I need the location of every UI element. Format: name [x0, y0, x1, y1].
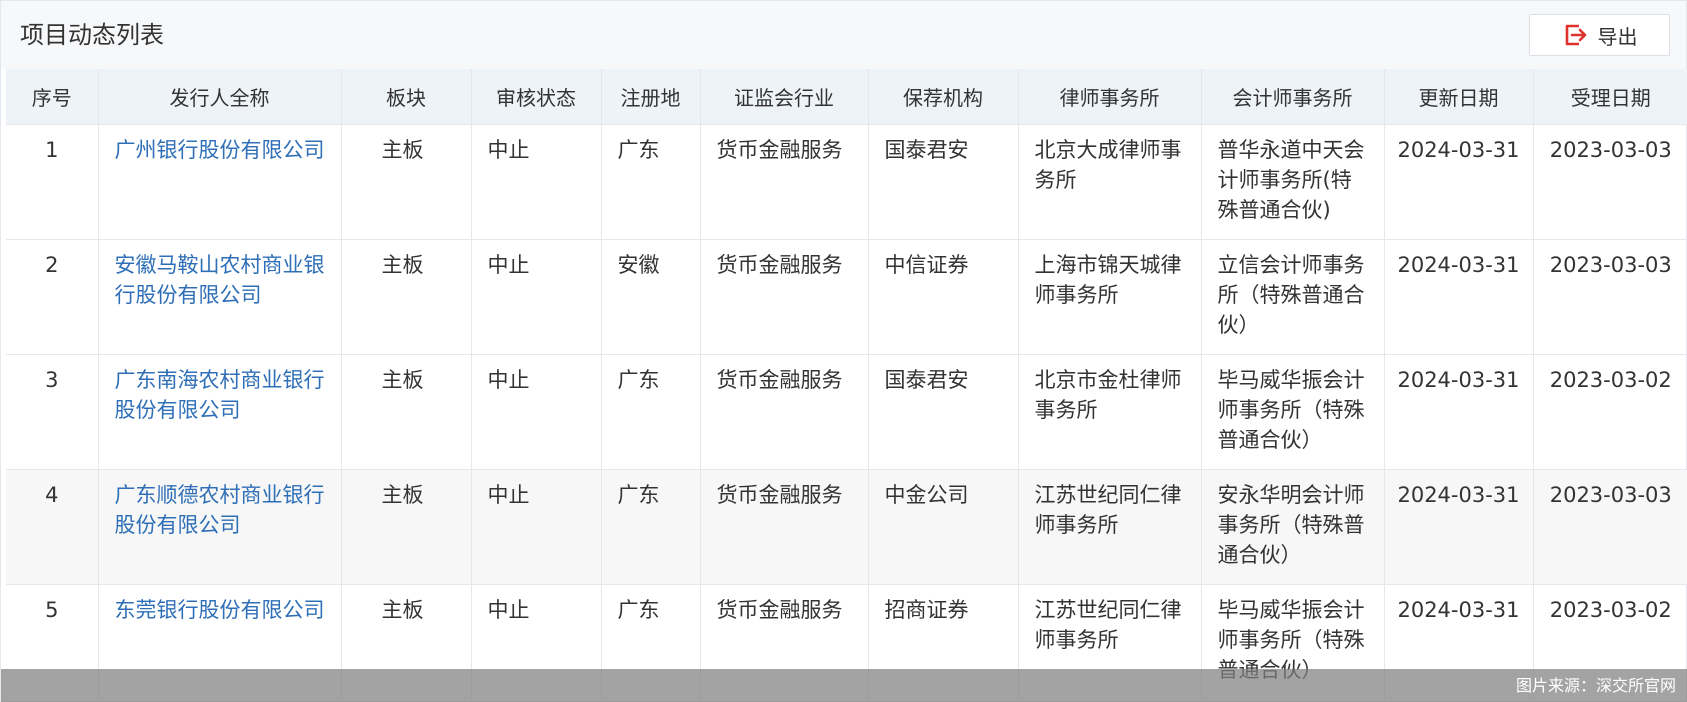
cell-accounting-firm: 普华永道中天会计师事务所(特殊普通合伙): [1201, 123, 1385, 239]
cell-industry: 货币金融服务: [700, 238, 869, 354]
table-row: 4 广东顺德农村商业银行股份有限公司 主板 中止 广东 货币金融服务 中金公司 …: [6, 468, 1687, 584]
cell-sponsor: 国泰君安: [868, 123, 1019, 239]
cell-law-firm: 北京大成律师事务所: [1018, 123, 1202, 239]
cell-region: 广东: [601, 123, 701, 239]
image-source-caption-bar: 图片来源：深交所官网: [1, 669, 1687, 702]
cell-accounting-firm: 立信会计师事务所（特殊普通合伙）: [1201, 238, 1385, 354]
header-law-firm: 律师事务所: [1018, 69, 1202, 124]
project-dynamics-panel: 项目动态列表 导出 序号 发行人全称 板块 审核状态 注册地 证监会行业 保荐机…: [0, 0, 1687, 702]
export-icon: [1562, 22, 1588, 48]
cell-sponsor: 国泰君安: [868, 353, 1019, 469]
cell-index: 1: [6, 123, 99, 239]
cell-law-firm: 江苏世纪同仁律师事务所: [1018, 468, 1202, 584]
cell-update-date: 2024-03-31: [1384, 468, 1534, 584]
cell-board: 主板: [341, 468, 472, 584]
cell-industry: 货币金融服务: [700, 123, 869, 239]
cell-accounting-firm: 毕马威华振会计师事务所（特殊普通合伙）: [1201, 353, 1385, 469]
header-issuer-name: 发行人全称: [98, 69, 342, 124]
cell-industry: 货币金融服务: [700, 353, 869, 469]
cell-index: 4: [6, 468, 99, 584]
cell-industry: 货币金融服务: [700, 468, 869, 584]
header-accounting-firm: 会计师事务所: [1201, 69, 1385, 124]
header-review-status: 审核状态: [471, 69, 602, 124]
cell-status: 中止: [471, 468, 602, 584]
image-source-caption: 图片来源：深交所官网: [1515, 676, 1676, 695]
cell-board: 主板: [341, 238, 472, 354]
cell-board: 主板: [341, 123, 472, 239]
cell-sponsor: 中信证券: [868, 238, 1019, 354]
cell-status: 中止: [471, 238, 602, 354]
header-index: 序号: [6, 69, 99, 124]
header-sponsor: 保荐机构: [868, 69, 1019, 124]
issuer-link[interactable]: 广东南海农村商业银行股份有限公司: [98, 353, 342, 469]
cell-sponsor: 中金公司: [868, 468, 1019, 584]
panel-title: 项目动态列表: [20, 21, 164, 49]
header-board: 板块: [341, 69, 472, 124]
table-row: 2 安徽马鞍山农村商业银行股份有限公司 主板 中止 安徽 货币金融服务 中信证券…: [6, 238, 1687, 354]
cell-board: 主板: [341, 353, 472, 469]
cell-accept-date: 2023-03-03: [1533, 468, 1687, 584]
project-table: 序号 发行人全称 板块 审核状态 注册地 证监会行业 保荐机构 律师事务所 会计…: [6, 69, 1687, 699]
cell-region: 安徽: [601, 238, 701, 354]
cell-region: 广东: [601, 353, 701, 469]
cell-update-date: 2024-03-31: [1384, 123, 1534, 239]
header-accept-date: 受理日期: [1570, 85, 1651, 110]
issuer-link[interactable]: 广东顺德农村商业银行股份有限公司: [98, 468, 342, 584]
cell-accept-date: 2023-03-03: [1533, 238, 1687, 354]
cell-law-firm: 北京市金杜律师事务所: [1018, 353, 1202, 469]
cell-accept-date: 2023-03-02: [1533, 353, 1687, 469]
cell-accounting-firm: 安永华明会计师事务所（特殊普通合伙）: [1201, 468, 1385, 584]
cell-region: 广东: [601, 468, 701, 584]
table-row: 3 广东南海农村商业银行股份有限公司 主板 中止 广东 货币金融服务 国泰君安 …: [6, 353, 1687, 469]
header-registered-region: 注册地: [601, 69, 701, 124]
issuer-link[interactable]: 安徽马鞍山农村商业银行股份有限公司: [98, 238, 342, 354]
panel-header: 项目动态列表 导出: [1, 1, 1686, 69]
cell-index: 2: [6, 238, 99, 354]
cell-status: 中止: [471, 123, 602, 239]
cell-index: 3: [6, 353, 99, 469]
cell-law-firm: 上海市锦天城律师事务所: [1018, 238, 1202, 354]
cell-accept-date: 2023-03-03: [1533, 123, 1687, 239]
table-row: 1 广州银行股份有限公司 主板 中止 广东 货币金融服务 国泰君安 北京大成律师…: [6, 123, 1687, 239]
header-csrc-industry: 证监会行业: [700, 69, 869, 124]
header-update-date: 更新日期: [1384, 69, 1534, 124]
table-header-row: 序号 发行人全称 板块 审核状态 注册地 证监会行业 保荐机构 律师事务所 会计…: [6, 69, 1687, 124]
cell-status: 中止: [471, 353, 602, 469]
export-button[interactable]: 导出: [1529, 14, 1670, 56]
cell-update-date: 2024-03-31: [1384, 238, 1534, 354]
issuer-link[interactable]: 广州银行股份有限公司: [98, 123, 342, 239]
export-label: 导出: [1597, 24, 1638, 49]
cell-update-date: 2024-03-31: [1384, 353, 1534, 469]
